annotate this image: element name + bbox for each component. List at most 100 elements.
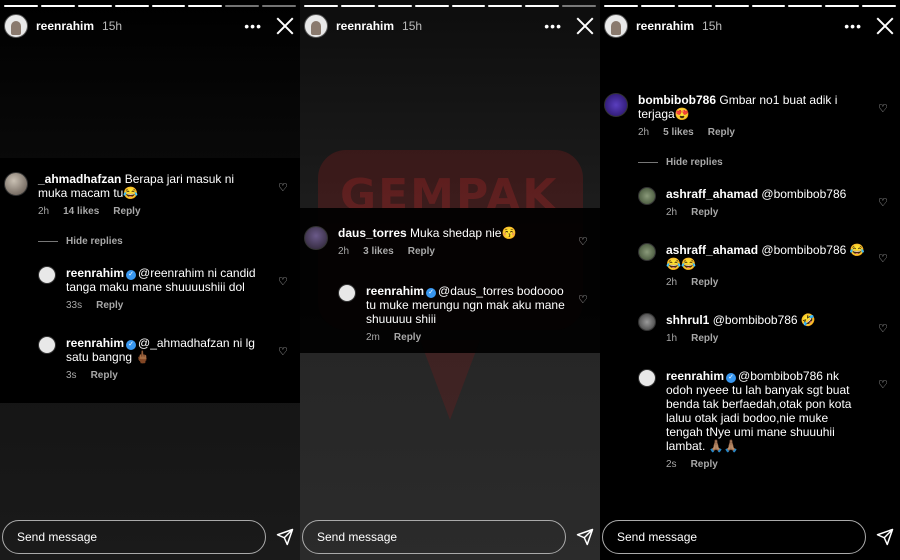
avatar[interactable] — [304, 226, 328, 250]
story-header: reenrahim 15h ••• — [304, 12, 594, 40]
reply-item: reenrahim ✓ @bombibob786 nk odoh nyeee tu … — [638, 369, 866, 470]
reply-button[interactable]: Reply — [394, 332, 421, 343]
hide-replies-label: Hide replies — [666, 157, 723, 168]
reply-text: @bombibob786 — [761, 187, 847, 201]
avatar[interactable] — [638, 243, 656, 261]
heart-icon[interactable]: ♡ — [878, 323, 890, 335]
reply-time: 2h — [666, 277, 678, 288]
heart-icon[interactable]: ♡ — [278, 276, 290, 288]
avatar[interactable] — [604, 93, 628, 117]
reply-item: reenrahim ✓ @daus_torres bodoooo tu muke m… — [338, 284, 566, 343]
comment-likes[interactable]: 5 likes — [663, 127, 694, 138]
story-time: 15h — [702, 19, 723, 33]
reply-text: @bombibob786 🤣 — [712, 313, 816, 327]
comment-card: daus_torres Muka shedap nie😚 2h 3 likes … — [300, 208, 600, 353]
reply-username[interactable]: ashraff_ahamad — [666, 187, 758, 201]
comment-likes[interactable]: 14 likes — [63, 206, 99, 217]
reply-button[interactable]: Reply — [691, 459, 718, 470]
story-progress-bar — [604, 5, 896, 7]
hide-replies-button[interactable]: Hide replies — [38, 236, 123, 247]
reply-button[interactable]: Reply — [113, 206, 140, 217]
reply-time: 2h — [666, 207, 678, 218]
verified-badge-icon: ✓ — [126, 340, 137, 350]
comment-item: _ahmadhafzan Berapa jari masuk ni muka m… — [4, 172, 238, 217]
avatar[interactable] — [338, 284, 356, 302]
story-time: 15h — [402, 19, 423, 33]
story-header: reenrahim 15h ••• — [604, 12, 894, 40]
avatar[interactable] — [638, 369, 656, 387]
send-message-input[interactable]: Send message — [602, 520, 866, 554]
heart-icon[interactable]: ♡ — [878, 103, 890, 115]
reply-button[interactable]: Reply — [691, 333, 718, 344]
send-message-input[interactable]: Send message — [2, 520, 266, 554]
comment-username[interactable]: bombibob786 — [638, 93, 716, 107]
verified-badge-icon: ✓ — [426, 288, 437, 298]
heart-icon[interactable]: ♡ — [278, 346, 290, 358]
comment-time: 2h — [338, 246, 350, 257]
send-icon[interactable] — [876, 528, 894, 546]
comment-card: _ahmadhafzan Berapa jari masuk ni muka m… — [0, 158, 300, 403]
story-username[interactable]: reenrahim — [36, 19, 94, 33]
reply-button[interactable]: Reply — [91, 370, 118, 381]
avatar[interactable] — [38, 336, 56, 354]
reply-time: 2m — [366, 332, 380, 343]
avatar[interactable] — [638, 313, 656, 331]
reply-username[interactable]: shhrul1 — [666, 313, 709, 327]
reply-username[interactable]: reenrahim — [66, 336, 124, 350]
reply-time: 2s — [666, 459, 677, 470]
reply-item: reenrahim ✓ @reenrahim ni candid tanga mak… — [38, 266, 266, 311]
close-icon[interactable] — [876, 17, 894, 35]
send-icon[interactable] — [276, 528, 294, 546]
reply-time: 33s — [66, 300, 83, 311]
avatar[interactable] — [4, 14, 28, 38]
heart-icon[interactable]: ♡ — [278, 182, 290, 194]
story-username[interactable]: reenrahim — [636, 19, 694, 33]
reply-username[interactable]: reenrahim — [666, 369, 724, 383]
reply-time: 1h — [666, 333, 678, 344]
story-panel-2: GEMPAK reenrahim 15h ••• daus_torres Muk… — [300, 0, 600, 560]
send-icon[interactable] — [576, 528, 594, 546]
story-time: 15h — [102, 19, 123, 33]
comment-time: 2h — [638, 127, 650, 138]
close-icon[interactable] — [276, 17, 294, 35]
comment-text: Muka shedap nie😚 — [410, 226, 517, 240]
comment-likes[interactable]: 3 likes — [363, 246, 394, 257]
avatar[interactable] — [638, 187, 656, 205]
reply-username[interactable]: ashraff_ahamad — [666, 243, 758, 257]
send-message-input[interactable]: Send message — [302, 520, 566, 554]
verified-badge-icon: ✓ — [126, 270, 137, 280]
more-options-icon[interactable]: ••• — [844, 19, 862, 33]
comment-time: 2h — [38, 206, 50, 217]
heart-icon[interactable]: ♡ — [878, 379, 890, 391]
reply-button[interactable]: Reply — [691, 277, 718, 288]
verified-badge-icon: ✓ — [726, 373, 737, 383]
hide-replies-button[interactable]: Hide replies — [638, 157, 723, 168]
avatar[interactable] — [304, 14, 328, 38]
story-username[interactable]: reenrahim — [336, 19, 394, 33]
close-icon[interactable] — [576, 17, 594, 35]
story-panel-1: reenrahim 15h ••• _ahmadhafzan Berapa ja… — [0, 0, 300, 560]
reply-username[interactable]: reenrahim — [66, 266, 124, 280]
reply-button[interactable]: Reply — [691, 207, 718, 218]
reply-time: 3s — [66, 370, 77, 381]
avatar[interactable] — [604, 14, 628, 38]
hide-replies-label: Hide replies — [66, 236, 123, 247]
heart-icon[interactable]: ♡ — [578, 236, 590, 248]
comment-item: daus_torres Muka shedap nie😚 2h 3 likes … — [304, 226, 538, 257]
comment-username[interactable]: _ahmadhafzan — [38, 172, 121, 186]
story-header: reenrahim 15h ••• — [4, 12, 294, 40]
reply-button[interactable]: Reply — [408, 246, 435, 257]
heart-icon[interactable]: ♡ — [878, 253, 890, 265]
heart-icon[interactable]: ♡ — [878, 197, 890, 209]
reply-item: ashraff_ahamad @bombibob786 😂😂😂 2h Reply — [638, 243, 866, 288]
heart-icon[interactable]: ♡ — [578, 294, 590, 306]
more-options-icon[interactable]: ••• — [544, 19, 562, 33]
comment-username[interactable]: daus_torres — [338, 226, 407, 240]
reply-button[interactable]: Reply — [96, 300, 123, 311]
reply-username[interactable]: reenrahim — [366, 284, 424, 298]
avatar[interactable] — [4, 172, 28, 196]
avatar[interactable] — [38, 266, 56, 284]
reply-item: shhrul1 @bombibob786 🤣 1h Reply — [638, 313, 866, 344]
more-options-icon[interactable]: ••• — [244, 19, 262, 33]
reply-button[interactable]: Reply — [708, 127, 735, 138]
